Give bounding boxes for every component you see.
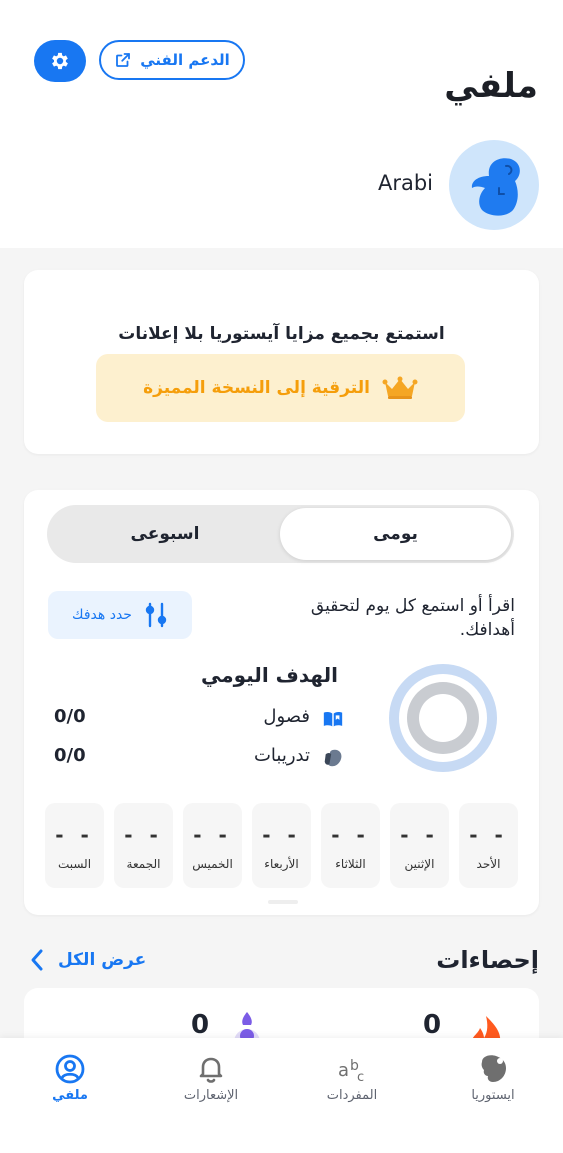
- day-cell: - - الأحد: [459, 803, 518, 888]
- achievement-value: 0: [191, 1010, 210, 1040]
- set-goal-button[interactable]: حدد هدفك: [48, 591, 192, 639]
- day-cell: - - الخميس: [183, 803, 242, 888]
- goal-description: اقرأ أو استمع كل يوم لتحقيق أهدافك.: [310, 596, 515, 640]
- tab-weekly[interactable]: اسبوعى: [50, 508, 280, 560]
- goal-card: اسبوعى يومى حدد هدفك اقرأ أو استمع كل يو…: [24, 490, 539, 915]
- vocabulary-icon: a b c: [338, 1058, 364, 1085]
- nav-label: ايستوريا: [471, 1088, 515, 1103]
- nav-item-notifications[interactable]: الإشعارات: [141, 1038, 281, 1153]
- upgrade-button[interactable]: الترقية إلى النسخة المميزة: [96, 354, 465, 422]
- svg-text:c: c: [357, 1070, 364, 1085]
- sliders-icon: [145, 602, 167, 628]
- day-name: الأحد: [476, 857, 501, 871]
- premium-card: استمتع بجميع مزايا آيستوريا بلا إعلانات …: [24, 270, 539, 454]
- day-cell: - - السبت: [45, 803, 104, 888]
- external-link-icon: [116, 53, 131, 67]
- metric-exercises-label: تدريبات: [253, 745, 310, 766]
- nav-label: الإشعارات: [183, 1088, 239, 1103]
- profile-header: الدعم الفني ملفي Arabi: [0, 0, 563, 248]
- cards-icon: [324, 749, 342, 767]
- chevron-left-icon: [31, 949, 43, 971]
- metric-chapters: فصول 0/0: [54, 704, 344, 736]
- settings-button[interactable]: [34, 40, 86, 82]
- metric-exercises-value: 0/0: [54, 745, 86, 766]
- period-toggle: اسبوعى يومى: [47, 505, 514, 563]
- crown-icon: [382, 376, 418, 399]
- gear-icon: [52, 52, 68, 70]
- day-cell: - - الثلاثاء: [321, 803, 380, 888]
- scroll-indicator: [268, 900, 298, 904]
- day-value: - -: [262, 823, 301, 847]
- streak-value: 0: [423, 1010, 442, 1040]
- day-value: - -: [124, 823, 163, 847]
- support-button[interactable]: الدعم الفني: [99, 40, 245, 80]
- day-name: السبت: [57, 857, 92, 871]
- day-name: الثلاثاء: [335, 857, 366, 871]
- istoria-logo-icon: [481, 1055, 506, 1082]
- profile-icon: [55, 1054, 85, 1084]
- day-value: - -: [400, 823, 439, 847]
- nav-item-vocabulary[interactable]: a b c المفردات: [282, 1038, 422, 1153]
- upgrade-label: الترقية إلى النسخة المميزة: [143, 378, 370, 398]
- bottom-nav: ايستوريا a b c المفردات الإشعارات ملفي: [0, 1038, 563, 1153]
- view-all-link[interactable]: عرض الكل: [30, 948, 146, 972]
- username: Arabi: [377, 171, 433, 195]
- nav-item-istoria[interactable]: ايستوريا: [423, 1038, 563, 1153]
- day-value: - -: [331, 823, 370, 847]
- nav-label: ملفي: [52, 1088, 88, 1103]
- day-cell: - - الأربعاء: [252, 803, 311, 888]
- svg-text:a: a: [338, 1060, 349, 1081]
- daily-progress-ring: [389, 664, 497, 772]
- set-goal-label: حدد هدفك: [72, 607, 132, 623]
- view-all-label: عرض الكل: [58, 950, 147, 970]
- nav-label: المفردات: [326, 1088, 378, 1103]
- avatar-character-icon: [471, 158, 520, 216]
- nav-item-profile[interactable]: ملفي: [0, 1038, 140, 1153]
- day-value: - -: [469, 823, 508, 847]
- page-title: ملفي: [444, 66, 538, 106]
- support-label: الدعم الفني: [140, 51, 230, 69]
- day-name: الأربعاء: [264, 857, 299, 871]
- stats-title: إحصاءات: [436, 946, 539, 974]
- bell-icon: [199, 1057, 223, 1083]
- day-name: الإثنين: [404, 857, 435, 871]
- day-name: الخميس: [192, 857, 233, 871]
- metric-chapters-label: فصول: [263, 706, 310, 727]
- day-cell: - - الإثنين: [390, 803, 449, 888]
- tab-daily[interactable]: يومى: [280, 508, 511, 560]
- day-value: - -: [55, 823, 94, 847]
- day-name: الجمعة: [126, 857, 161, 871]
- book-icon: [323, 711, 343, 727]
- premium-description: استمتع بجميع مزايا آيستوريا بلا إعلانات: [118, 324, 445, 344]
- metric-exercises: تدريبات 0/0: [54, 743, 344, 775]
- metric-chapters-value: 0/0: [54, 706, 86, 727]
- daily-goal-title: الهدف اليومي: [200, 663, 338, 687]
- avatar[interactable]: [449, 140, 539, 230]
- day-cell: - - الجمعة: [114, 803, 173, 888]
- day-value: - -: [193, 823, 232, 847]
